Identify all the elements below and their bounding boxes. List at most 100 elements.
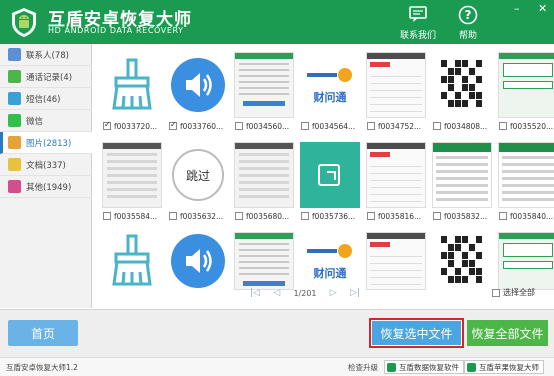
sidebar-item-wechat[interactable]: 微信 bbox=[0, 110, 92, 132]
category-sidebar: 联系人(78) 通话记录(4) 短信(46) 微信 图片(2813) 文档(33… bbox=[0, 44, 92, 308]
photo-thumbnail[interactable] bbox=[432, 142, 492, 208]
home-button[interactable]: 首页 bbox=[8, 320, 78, 346]
photo-filename: f0034752... bbox=[378, 121, 422, 131]
photo-filename: f0033720... bbox=[114, 121, 158, 131]
contact-us-button[interactable]: 联系我们 bbox=[398, 5, 438, 41]
data-recovery-link[interactable]: 互盾数据恢复软件 bbox=[384, 360, 464, 374]
minimize-button[interactable]: – bbox=[514, 2, 520, 15]
skip-text: 跳过 bbox=[185, 168, 210, 183]
photo-grid: f0033720... f0033760... f0034560... 财问通 f003… bbox=[98, 52, 554, 302]
photo-thumbnail[interactable] bbox=[300, 142, 360, 208]
photos-icon bbox=[8, 136, 21, 149]
sidebar-item-photos[interactable]: 图片(2813) bbox=[0, 132, 92, 154]
data-recovery-label: 互盾数据恢复软件 bbox=[399, 362, 459, 372]
sidebar-item-documents[interactable]: 文档(337) bbox=[0, 154, 92, 176]
sidebar-item-label: 微信 bbox=[26, 116, 44, 127]
photo-caption: f0035520... bbox=[499, 120, 554, 132]
select-all-checkbox[interactable] bbox=[492, 288, 500, 297]
photo-checkbox[interactable] bbox=[169, 120, 177, 130]
photo-checkbox[interactable] bbox=[103, 212, 111, 220]
photo-thumbnail[interactable] bbox=[102, 52, 162, 118]
photo-thumbnail[interactable] bbox=[366, 52, 426, 118]
photo-thumbnail[interactable] bbox=[102, 232, 162, 290]
sidebar-item-label: 通话记录(4) bbox=[26, 72, 73, 83]
photo-caption: f0035832... bbox=[433, 210, 503, 222]
photo-checkbox[interactable] bbox=[169, 212, 177, 220]
documents-icon bbox=[8, 158, 21, 171]
photo-filename: f0034564... bbox=[312, 121, 356, 131]
sidebar-item-label: 其他(1949) bbox=[26, 182, 72, 193]
photo-caption: f0035840... bbox=[499, 210, 554, 222]
next-page-button[interactable]: ▷ bbox=[330, 288, 337, 298]
photo-filename: f0033760... bbox=[180, 121, 224, 131]
iphone-recovery-link[interactable]: 互盾苹果恢复大师 bbox=[464, 360, 544, 374]
first-page-button[interactable]: |◁ bbox=[250, 288, 260, 298]
photo-thumbnail[interactable] bbox=[366, 232, 426, 290]
broom-icon bbox=[112, 234, 152, 286]
contacts-icon bbox=[8, 48, 21, 61]
photo-thumbnail[interactable] bbox=[234, 52, 294, 118]
photo-thumbnail[interactable] bbox=[366, 142, 426, 208]
iphone-recovery-icon bbox=[467, 362, 476, 372]
photo-thumbnail[interactable] bbox=[168, 52, 228, 118]
help-button[interactable]: ? 帮助 bbox=[452, 5, 484, 41]
recover-selected-button[interactable]: 恢复选中文件 bbox=[372, 321, 461, 345]
wechat-icon bbox=[8, 114, 21, 127]
sidebar-item-sms[interactable]: 短信(46) bbox=[0, 88, 92, 110]
close-button[interactable]: ✕ bbox=[538, 2, 547, 15]
photo-checkbox[interactable] bbox=[301, 122, 309, 130]
call-log-icon bbox=[8, 70, 21, 83]
photo-thumbnail[interactable] bbox=[102, 142, 162, 208]
photo-thumbnail[interactable] bbox=[234, 142, 294, 208]
app-subtitle: HD ANDROID DATA RECOVERY bbox=[48, 26, 184, 35]
photo-thumbnail[interactable] bbox=[234, 232, 294, 290]
speaker-icon bbox=[171, 58, 225, 112]
broom-icon bbox=[112, 58, 152, 110]
sidebar-item-label: 文档(337) bbox=[26, 160, 66, 171]
photo-checkbox[interactable] bbox=[103, 120, 111, 130]
photo-checkbox[interactable] bbox=[301, 212, 309, 220]
photo-checkbox[interactable] bbox=[235, 122, 243, 130]
speaker-icon bbox=[171, 234, 225, 288]
photo-checkbox[interactable] bbox=[235, 212, 243, 220]
check-update-link[interactable]: 检查升级 bbox=[348, 362, 378, 373]
photo-thumbnail[interactable]: 财问通 bbox=[300, 232, 360, 290]
skip-badge: 跳过 bbox=[172, 149, 224, 201]
photo-thumbnail[interactable] bbox=[498, 52, 554, 118]
photo-checkbox[interactable] bbox=[499, 122, 507, 130]
photo-checkbox[interactable] bbox=[367, 122, 375, 130]
qr-code-icon bbox=[441, 60, 482, 107]
photo-filename: f0035632... bbox=[180, 211, 224, 221]
caiwentong-logo-text: 财问通 bbox=[313, 91, 347, 104]
photo-filename: f0034560... bbox=[246, 121, 290, 131]
last-page-button[interactable]: ▷| bbox=[350, 288, 360, 298]
qr-code-icon bbox=[441, 236, 482, 283]
sidebar-item-label: 图片(2813) bbox=[26, 138, 72, 149]
help-icon: ? bbox=[458, 5, 478, 25]
photo-thumbnail[interactable]: 跳过 bbox=[168, 142, 228, 208]
prev-page-button[interactable]: ◁ bbox=[273, 288, 280, 298]
photo-checkbox[interactable] bbox=[499, 212, 507, 220]
photo-checkbox[interactable] bbox=[433, 212, 441, 220]
chat-icon bbox=[409, 6, 427, 22]
sidebar-item-call-log[interactable]: 通话记录(4) bbox=[0, 66, 92, 88]
photo-thumbnail[interactable]: 财问通 bbox=[300, 52, 360, 118]
photo-caption: f0035632... bbox=[169, 210, 239, 222]
recover-all-button[interactable]: 恢复全部文件 bbox=[467, 320, 548, 346]
photo-caption: f0034560... bbox=[235, 120, 305, 132]
select-all[interactable]: 选择全部 bbox=[492, 287, 535, 298]
page-indicator: 1/201 bbox=[293, 288, 317, 298]
photo-thumbnail[interactable] bbox=[432, 52, 492, 118]
photo-thumbnail[interactable] bbox=[432, 232, 492, 290]
photo-caption: f0035584... bbox=[103, 210, 173, 222]
android-logo-icon bbox=[12, 8, 36, 37]
photo-caption: f0034752... bbox=[367, 120, 437, 132]
photo-checkbox[interactable] bbox=[367, 212, 375, 220]
photo-thumbnail[interactable] bbox=[498, 232, 554, 290]
photo-thumbnail[interactable] bbox=[168, 232, 228, 290]
photo-checkbox[interactable] bbox=[433, 122, 441, 130]
sidebar-item-other[interactable]: 其他(1949) bbox=[0, 176, 92, 198]
photo-thumbnail[interactable] bbox=[498, 142, 554, 208]
photo-caption: f0035816... bbox=[367, 210, 437, 222]
sidebar-item-contacts[interactable]: 联系人(78) bbox=[0, 44, 92, 66]
